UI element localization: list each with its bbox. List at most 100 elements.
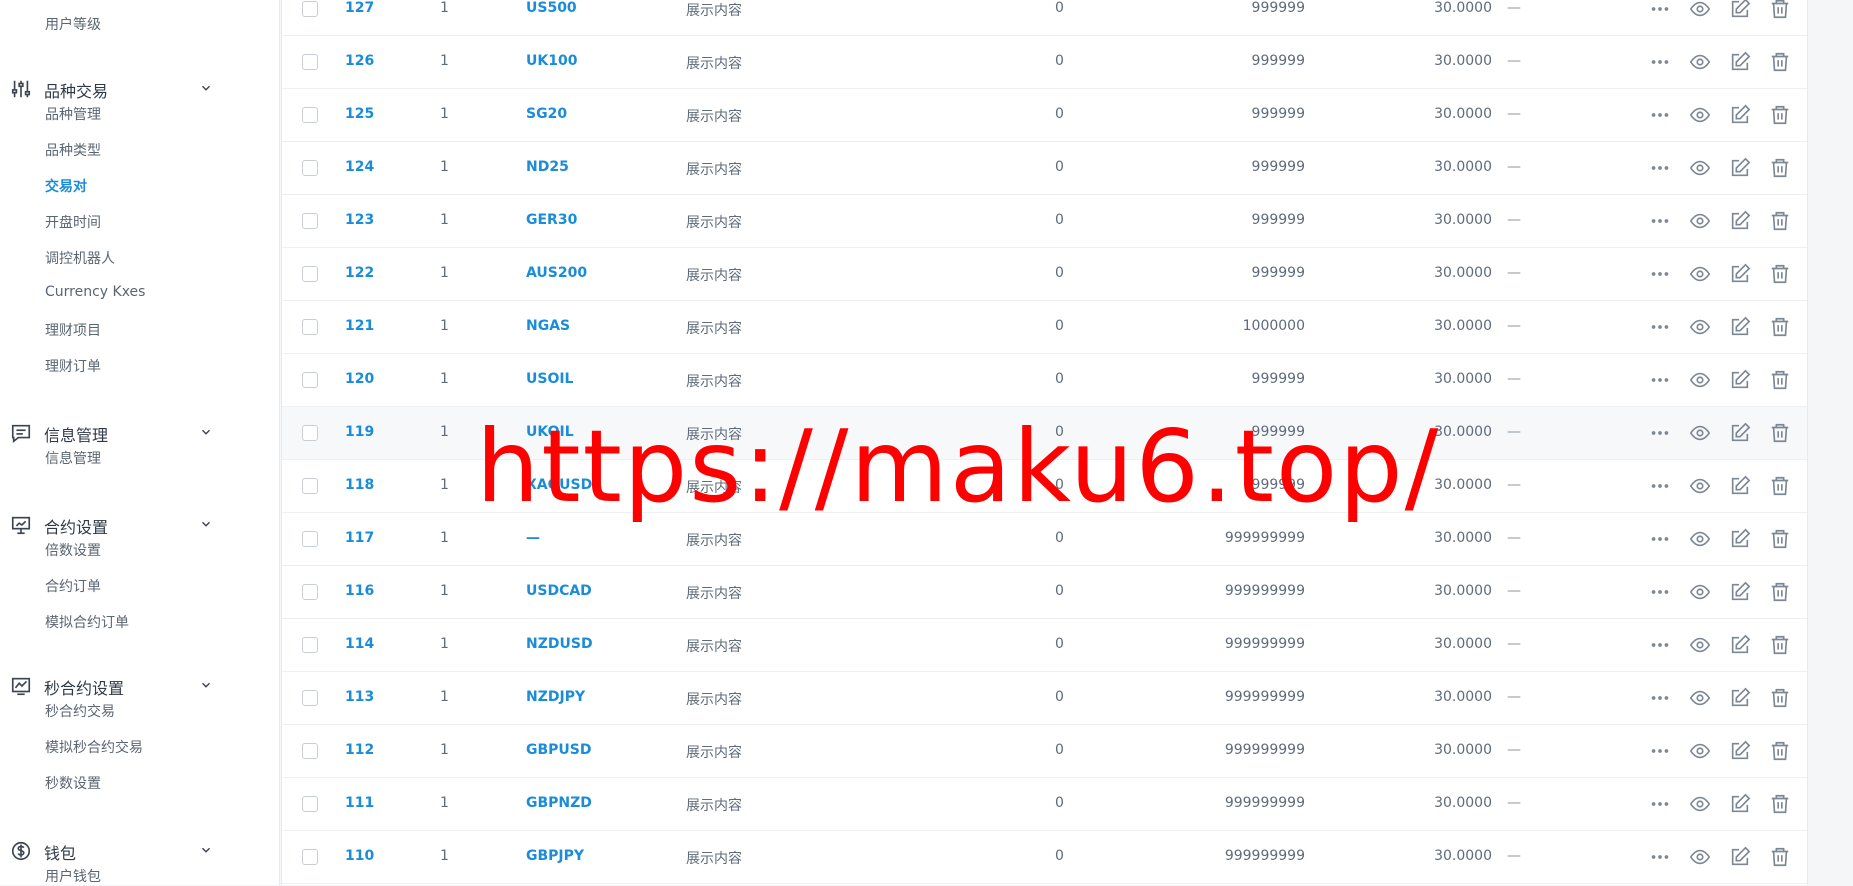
sidebar-subitem[interactable]: 秒合约交易 [45,701,115,721]
more-icon[interactable] [1649,475,1671,497]
row-checkbox[interactable] [302,160,318,176]
sidebar-subitem[interactable]: 调控机器人 [45,248,115,268]
row-id[interactable]: 124 [345,159,374,175]
edit-icon[interactable] [1729,475,1751,497]
row-id[interactable]: 127 [345,0,374,16]
sidebar-subitem[interactable]: 信息管理 [45,448,101,468]
view-eye-icon[interactable] [1689,104,1711,126]
row-checkbox[interactable] [302,1,318,17]
sidebar-subitem[interactable]: 交易对 [45,176,87,196]
edit-icon[interactable] [1729,687,1751,709]
row-id[interactable]: 119 [345,424,374,440]
row-id[interactable]: 120 [345,371,374,387]
sidebar-subitem[interactable]: 用户钱包 [45,866,101,886]
row-checkbox[interactable] [302,54,318,70]
more-icon[interactable] [1649,0,1671,20]
row-id[interactable]: 126 [345,53,374,69]
edit-icon[interactable] [1729,846,1751,868]
edit-icon[interactable] [1729,581,1751,603]
sidebar-subitem[interactable]: 理财项目 [45,320,101,340]
edit-icon[interactable] [1729,634,1751,656]
chevron-down-icon[interactable] [199,842,213,856]
row-checkbox[interactable] [302,637,318,653]
row-symbol[interactable]: GBPUSD [526,742,592,758]
table-row[interactable]: 122 1 AUS200 展示内容 0 999999 30.0000 — [282,248,1807,301]
sidebar-subitem[interactable]: 模拟秒合约交易 [45,737,143,757]
row-symbol[interactable]: USDCAD [526,583,592,599]
row-checkbox[interactable] [302,372,318,388]
view-eye-icon[interactable] [1689,846,1711,868]
row-id[interactable]: 110 [345,848,374,864]
delete-icon[interactable] [1769,793,1791,815]
more-icon[interactable] [1649,157,1671,179]
row-id[interactable]: 114 [345,636,374,652]
row-symbol[interactable]: GER30 [526,212,577,228]
edit-icon[interactable] [1729,263,1751,285]
row-id[interactable]: 113 [345,689,374,705]
edit-icon[interactable] [1729,316,1751,338]
sidebar-group-2[interactable]: 合约设置 [0,504,280,544]
row-symbol[interactable]: — [526,530,540,546]
edit-icon[interactable] [1729,422,1751,444]
delete-icon[interactable] [1769,51,1791,73]
row-id[interactable]: 117 [345,530,374,546]
sidebar-subitem[interactable]: 合约订单 [45,576,101,596]
more-icon[interactable] [1649,528,1671,550]
table-row[interactable]: 123 1 GER30 展示内容 0 999999 30.0000 — [282,195,1807,248]
row-id[interactable]: 112 [345,742,374,758]
sidebar-subitem[interactable]: 品种管理 [45,104,101,124]
delete-icon[interactable] [1769,846,1791,868]
row-checkbox[interactable] [302,478,318,494]
edit-icon[interactable] [1729,210,1751,232]
view-eye-icon[interactable] [1689,793,1711,815]
more-icon[interactable] [1649,316,1671,338]
row-checkbox[interactable] [302,266,318,282]
delete-icon[interactable] [1769,740,1791,762]
table-row[interactable]: 110 1 GBPJPY 展示内容 0 999999999 30.0000 — [282,831,1807,884]
chevron-down-icon[interactable] [199,516,213,530]
row-checkbox[interactable] [302,531,318,547]
table-row[interactable]: 113 1 NZDJPY 展示内容 0 999999999 30.0000 — [282,672,1807,725]
row-id[interactable]: 121 [345,318,374,334]
row-checkbox[interactable] [302,690,318,706]
view-eye-icon[interactable] [1689,422,1711,444]
edit-icon[interactable] [1729,0,1751,20]
table-row[interactable]: 127 1 US500 展示内容 0 999999 30.0000 — [282,0,1807,36]
table-row[interactable]: 114 1 NZDUSD 展示内容 0 999999999 30.0000 — [282,619,1807,672]
delete-icon[interactable] [1769,528,1791,550]
row-symbol[interactable]: UK100 [526,53,577,69]
view-eye-icon[interactable] [1689,51,1711,73]
more-icon[interactable] [1649,51,1671,73]
view-eye-icon[interactable] [1689,316,1711,338]
sidebar-subitem[interactable]: 开盘时间 [45,212,101,232]
more-icon[interactable] [1649,687,1671,709]
row-symbol[interactable]: AUS200 [526,265,587,281]
delete-icon[interactable] [1769,104,1791,126]
delete-icon[interactable] [1769,157,1791,179]
row-symbol[interactable]: SG20 [526,106,567,122]
view-eye-icon[interactable] [1689,0,1711,20]
sidebar-subitem[interactable]: Currency Kxes [45,284,145,300]
sidebar-group-3[interactable]: 秒合约设置 [0,665,280,705]
row-id[interactable]: 111 [345,795,374,811]
delete-icon[interactable] [1769,687,1791,709]
more-icon[interactable] [1649,422,1671,444]
row-checkbox[interactable] [302,319,318,335]
row-checkbox[interactable] [302,849,318,865]
delete-icon[interactable] [1769,369,1791,391]
edit-icon[interactable] [1729,51,1751,73]
delete-icon[interactable] [1769,475,1791,497]
more-icon[interactable] [1649,263,1671,285]
delete-icon[interactable] [1769,316,1791,338]
edit-icon[interactable] [1729,793,1751,815]
row-symbol[interactable]: NGAS [526,318,570,334]
row-checkbox[interactable] [302,584,318,600]
row-symbol[interactable]: ND25 [526,159,569,175]
sidebar-item-user-level[interactable]: 用户等级 [45,14,101,34]
view-eye-icon[interactable] [1689,475,1711,497]
delete-icon[interactable] [1769,263,1791,285]
row-symbol[interactable]: GBPNZD [526,795,592,811]
row-id[interactable]: 122 [345,265,374,281]
more-icon[interactable] [1649,634,1671,656]
edit-icon[interactable] [1729,369,1751,391]
